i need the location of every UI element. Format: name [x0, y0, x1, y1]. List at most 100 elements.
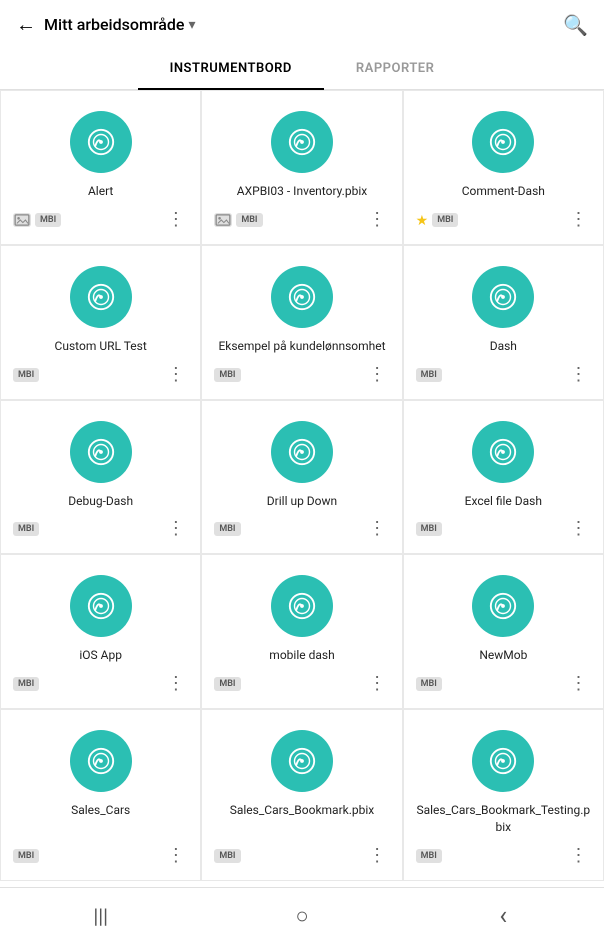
list-item[interactable]: Sales_Cars_Bookmark.pbix MBI ⋮ [201, 709, 402, 881]
more-options-button[interactable]: ⋮ [366, 672, 390, 696]
more-options-button[interactable]: ⋮ [567, 517, 591, 541]
item-title: Sales_Cars_Bookmark.pbix [230, 802, 375, 819]
search-icon[interactable]: 🔍 [563, 13, 588, 37]
mbi-badge: MBI [416, 368, 442, 382]
more-options-button[interactable]: ⋮ [567, 363, 591, 387]
item-footer: MBI ⋮ [13, 363, 188, 387]
list-item[interactable]: mobile dashMBI⋮ [201, 554, 402, 709]
item-footer: MBI ⋮ [214, 363, 389, 387]
more-options-button[interactable]: ⋮ [567, 844, 591, 868]
dashboard-icon [70, 111, 132, 173]
back-button[interactable]: ← [16, 12, 36, 37]
item-title: Alert [88, 183, 113, 200]
tab-rapporter[interactable]: RAPPORTER [324, 49, 467, 90]
item-footer: MBI ⋮ [13, 844, 188, 868]
dashboard-icon [472, 575, 534, 637]
mbi-badge: MBI [13, 522, 39, 536]
dashboard-icon [271, 575, 333, 637]
mbi-badge: MBI [236, 213, 262, 227]
item-footer: MBI ⋮ [416, 844, 591, 868]
dashboard-icon [472, 266, 534, 328]
dashboard-icon [70, 266, 132, 328]
mbi-badge: MBI [214, 368, 240, 382]
star-icon: ★ [416, 213, 429, 229]
item-footer: MBI ⋮ [416, 517, 591, 541]
more-options-button[interactable]: ⋮ [164, 517, 188, 541]
list-item[interactable]: DashMBI⋮ [403, 245, 604, 400]
item-badges: MBI [13, 849, 39, 863]
more-options-button[interactable]: ⋮ [366, 517, 390, 541]
item-footer: MBI ⋮ [416, 363, 591, 387]
more-options-button[interactable]: ⋮ [567, 672, 591, 696]
dashboard-icon [70, 730, 132, 792]
item-footer: ★MBI ⋮ [416, 208, 591, 232]
workspace-title[interactable]: Mitt arbeidsområde ▾ [44, 15, 196, 34]
item-badges: MBI [416, 849, 442, 863]
list-item[interactable]: Drill up DownMBI⋮ [201, 400, 402, 555]
mbi-badge: MBI [432, 213, 458, 227]
list-item[interactable]: AXPBI03 - Inventory.pbix MBI ⋮ [201, 90, 402, 245]
tab-instrumentbord[interactable]: INSTRUMENTBORD [138, 49, 324, 90]
item-badges: MBI [13, 677, 39, 691]
list-item[interactable]: Sales_Cars MBI ⋮ [0, 709, 201, 881]
mbi-badge: MBI [13, 677, 39, 691]
menu-icon[interactable]: ||| [81, 896, 121, 936]
more-options-button[interactable]: ⋮ [567, 208, 591, 232]
dashboard-icon [472, 111, 534, 173]
item-badges: ★MBI [416, 210, 459, 229]
list-item[interactable]: Sales_Cars_Bookmark_Testing.pbix MBI ⋮ [403, 709, 604, 881]
item-badges: MBI [416, 368, 442, 382]
mbi-badge: MBI [35, 213, 61, 227]
list-item[interactable]: iOS AppMBI⋮ [0, 554, 201, 709]
dashboard-icon [271, 421, 333, 483]
home-icon[interactable]: ○ [282, 896, 322, 936]
item-footer: MBI ⋮ [214, 517, 389, 541]
item-badges: MBI [416, 677, 442, 691]
item-title: NewMob [479, 647, 527, 664]
item-title: Excel file Dash [465, 493, 542, 510]
item-badges: MBI [214, 849, 240, 863]
dashboard-icon [271, 730, 333, 792]
back-nav-icon[interactable]: ‹ [483, 896, 523, 936]
item-badges: MBI [214, 677, 240, 691]
image-badge-icon [214, 213, 232, 227]
more-options-button[interactable]: ⋮ [366, 363, 390, 387]
mbi-badge: MBI [13, 368, 39, 382]
mbi-badge: MBI [214, 677, 240, 691]
dashboard-icon [472, 421, 534, 483]
item-title: Sales_Cars_Bookmark_Testing.pbix [416, 802, 591, 836]
item-title: Custom URL Test [55, 338, 147, 355]
item-badges: MBI [13, 522, 39, 536]
mbi-badge: MBI [13, 849, 39, 863]
mbi-badge: MBI [214, 849, 240, 863]
list-item[interactable]: Excel file Dash MBI ⋮ [403, 400, 604, 555]
item-title: Debug-Dash [68, 493, 133, 510]
item-title: Sales_Cars [71, 802, 130, 819]
more-options-button[interactable]: ⋮ [366, 208, 390, 232]
mbi-badge: MBI [416, 849, 442, 863]
list-item[interactable]: Eksempel på kundelønnsomhetMBI⋮ [201, 245, 402, 400]
workspace-name: Mitt arbeidsområde [44, 15, 184, 34]
dashboard-icon [271, 266, 333, 328]
more-options-button[interactable]: ⋮ [366, 844, 390, 868]
list-item[interactable]: Debug-Dash MBI ⋮ [0, 400, 201, 555]
tabs-bar: INSTRUMENTBORD RAPPORTER [0, 49, 604, 90]
list-item[interactable]: Custom URL Test MBI ⋮ [0, 245, 201, 400]
list-item[interactable]: Comment-Dash★MBI⋮ [403, 90, 604, 245]
item-title: AXPBI03 - Inventory.pbix [237, 183, 367, 200]
mbi-badge: MBI [214, 522, 240, 536]
item-footer: MBI ⋮ [214, 844, 389, 868]
more-options-button[interactable]: ⋮ [164, 363, 188, 387]
more-options-button[interactable]: ⋮ [164, 844, 188, 868]
dashboard-icon [472, 730, 534, 792]
item-footer: MBI ⋮ [13, 208, 188, 232]
list-item[interactable]: NewMob MBI ⋮ [403, 554, 604, 709]
list-item[interactable]: Alert MBI ⋮ [0, 90, 201, 245]
more-options-button[interactable]: ⋮ [164, 208, 188, 232]
mbi-badge: MBI [416, 522, 442, 536]
more-options-button[interactable]: ⋮ [164, 672, 188, 696]
item-footer: MBI ⋮ [13, 517, 188, 541]
mbi-badge: MBI [416, 677, 442, 691]
item-footer: MBI ⋮ [214, 672, 389, 696]
item-footer: MBI ⋮ [416, 672, 591, 696]
